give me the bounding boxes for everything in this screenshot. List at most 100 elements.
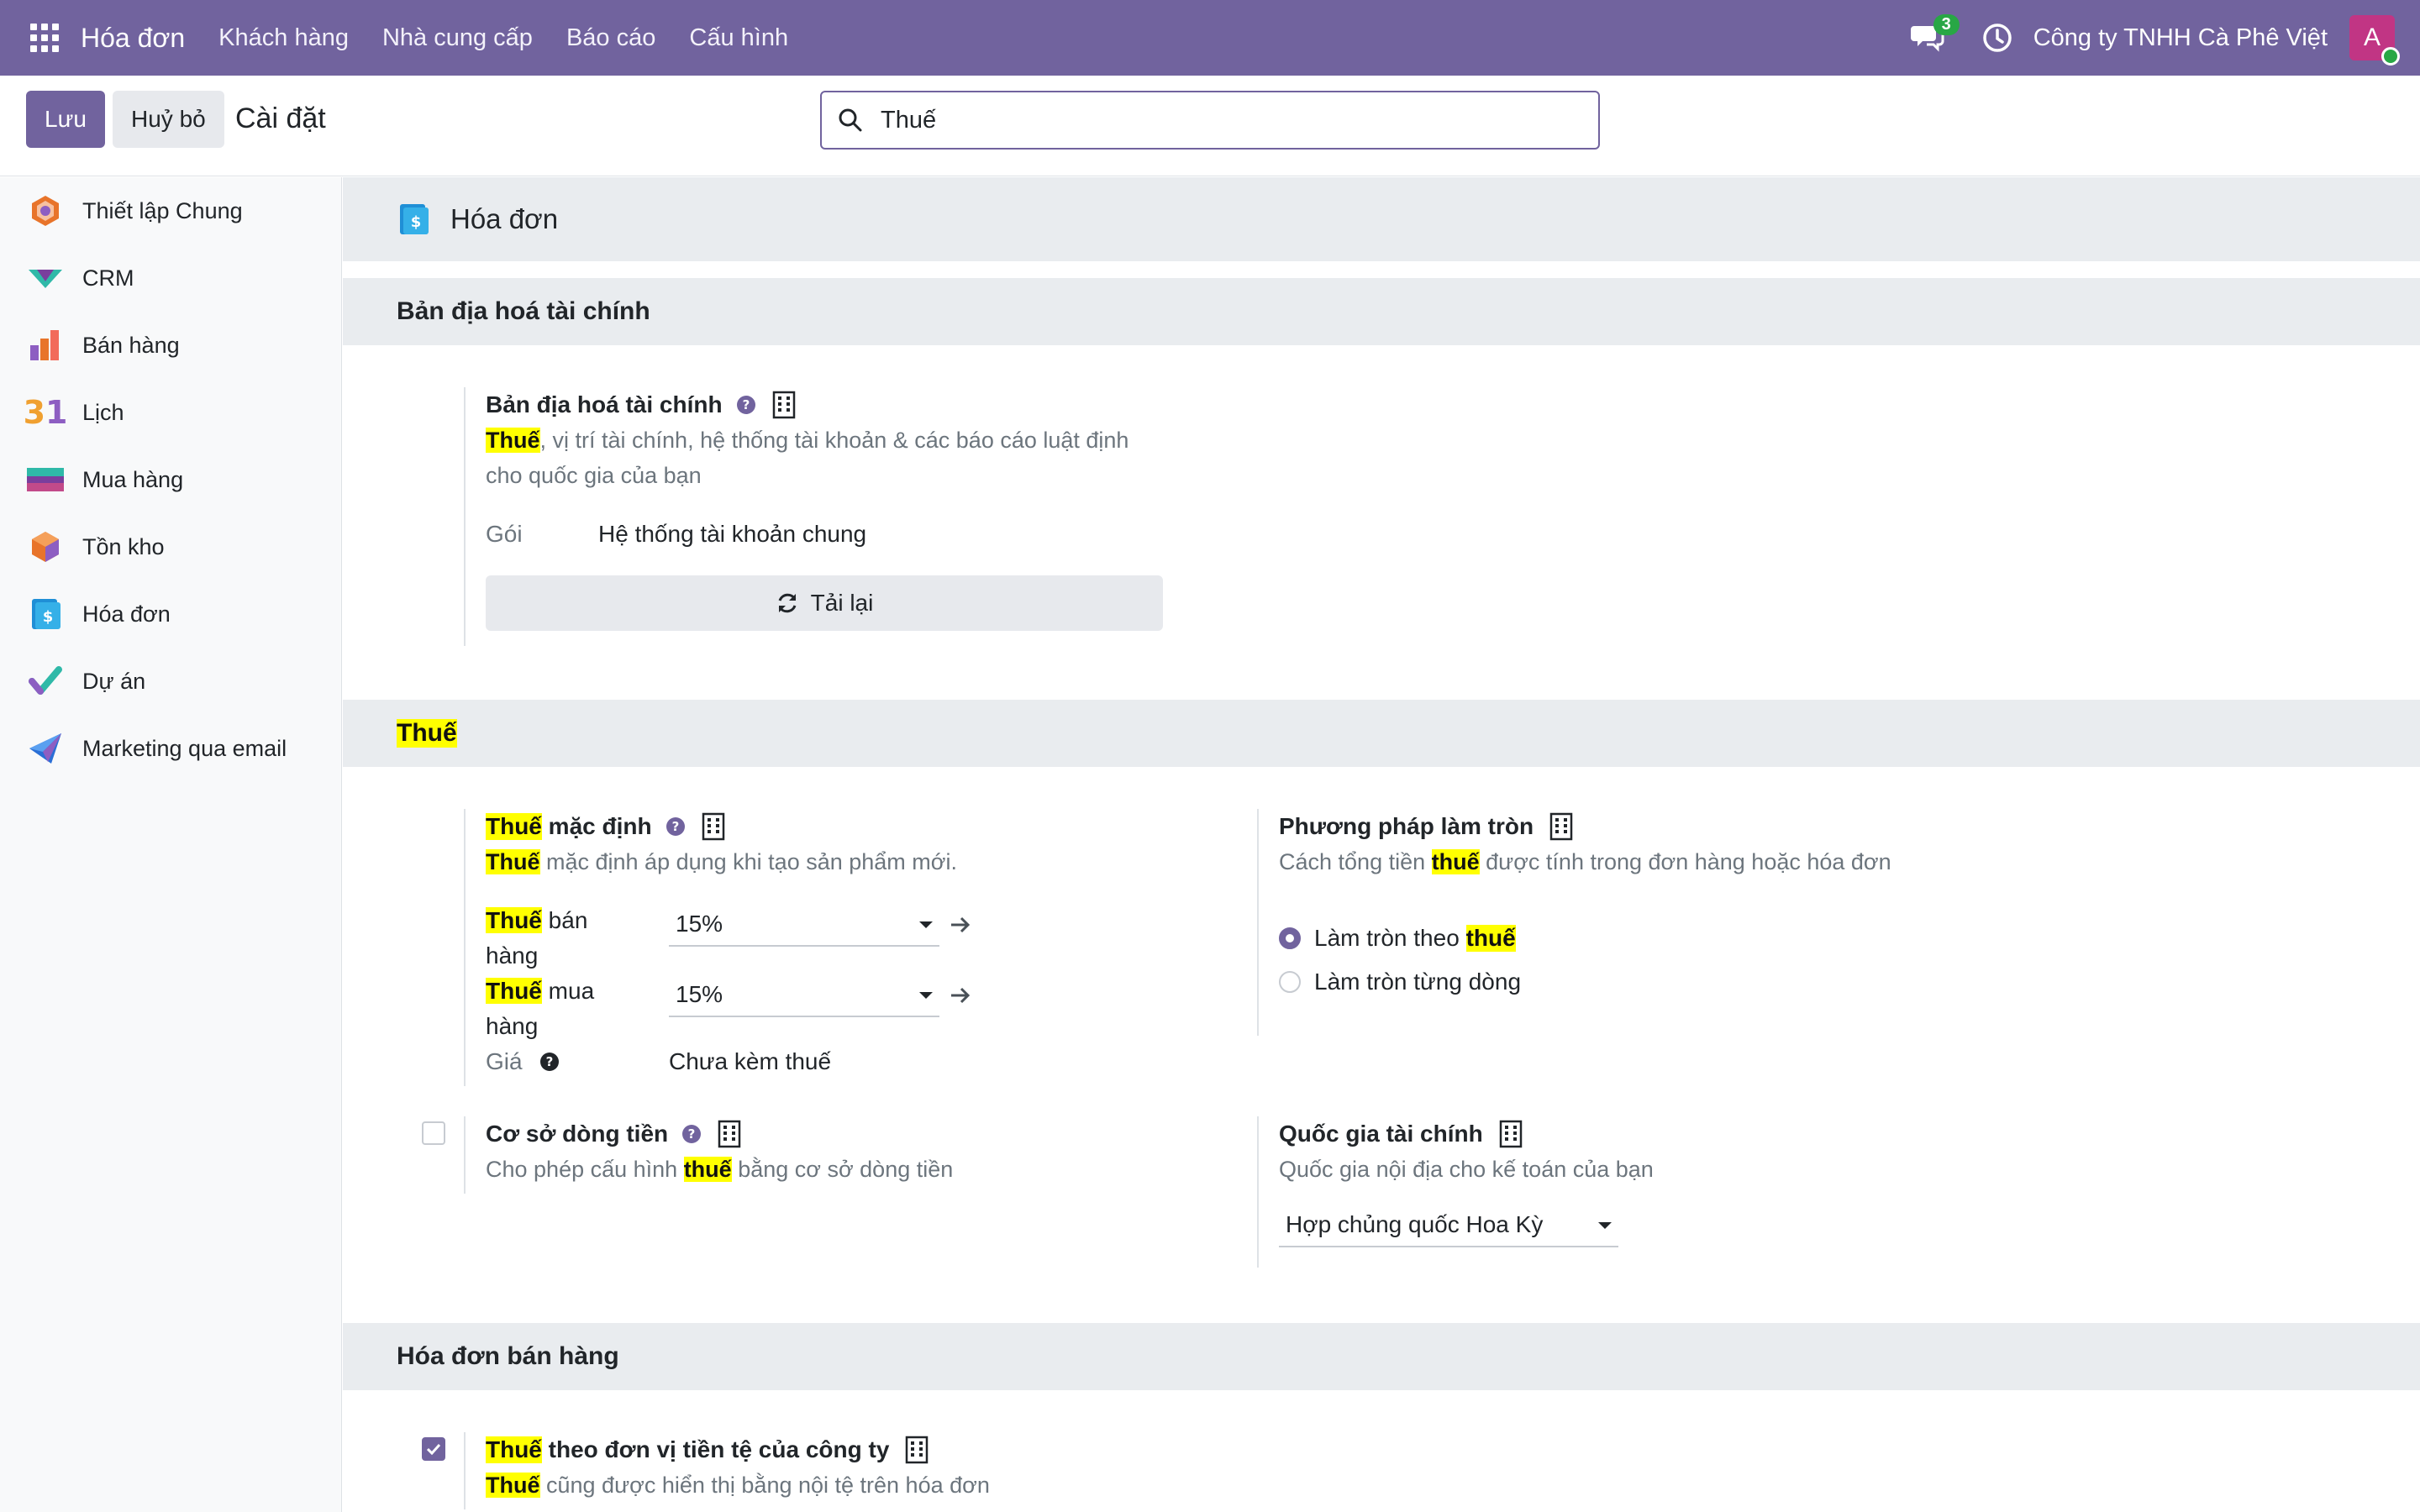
sidebar-item-label: Tồn kho (82, 533, 165, 559)
apps-menu-icon[interactable] (29, 23, 60, 53)
fiscal-localization-body: Bản địa hoá tài chính ? Thuế, vị trí tài… (343, 345, 2420, 700)
help-icon[interactable]: ? (539, 1052, 560, 1072)
save-button[interactable]: Lưu (26, 91, 105, 148)
app-header: $ Hóa đơn (343, 177, 2420, 261)
label-text: hàng (486, 942, 539, 969)
description-text: mặc định áp dụng khi tạo sản phẩm mới. (539, 849, 957, 874)
highlight: Thuế (486, 907, 542, 933)
radio-button[interactable] (1279, 971, 1301, 993)
menu-customers[interactable]: Khách hàng (218, 24, 349, 52)
general-settings-icon (27, 192, 64, 229)
menu-vendors[interactable]: Nhà cung cấp (382, 24, 533, 52)
sidebar-item-project[interactable]: Dự án (0, 648, 341, 715)
setting-description: Cách tổng tiền thuế được tính trong đơn … (1279, 844, 2013, 879)
purchase-tax-row: Thuế mua hàng 15% (486, 974, 1052, 1044)
radio-round-per-tax[interactable]: Làm tròn theo thuế (1279, 916, 2013, 960)
menu-reporting[interactable]: Báo cáo (566, 24, 655, 52)
setting-title: Cơ sở dòng tiền ? (486, 1116, 1052, 1152)
package-label: Gói (486, 521, 523, 547)
sidebar-item-email-marketing[interactable]: Marketing qua email (0, 715, 341, 782)
refresh-icon (778, 593, 797, 613)
search-box[interactable] (820, 91, 1600, 150)
taxes-body: Thuế mặc định ? Thuế mặc định áp dụng kh… (343, 767, 2420, 1323)
purchase-tax-label: Thuế mua hàng (486, 974, 669, 1044)
company-building-icon (1499, 1120, 1522, 1148)
menu-configuration[interactable]: Cấu hình (689, 24, 788, 52)
fiscal-country-select[interactable]: Hợp chủng quốc Hoa Kỳ (1279, 1204, 1618, 1247)
section-fiscal-localization: Bản địa hoá tài chính (343, 278, 2420, 345)
app-title: Hóa đơn (450, 203, 559, 234)
search-input[interactable] (881, 106, 1553, 134)
setting-description: Thuế cũng được hiển thị bằng nội tệ trên… (486, 1467, 1220, 1503)
fiscal-localization-setting: Bản địa hoá tài chính ? Thuế, vị trí tài… (464, 387, 1186, 646)
company-building-icon (1549, 812, 1573, 841)
sidebar-item-label: Thiết lập Chung (82, 197, 243, 223)
label-text: mua (541, 978, 595, 1004)
discard-button[interactable]: Huỷ bỏ (113, 91, 224, 148)
highlight: thuế (1465, 925, 1516, 952)
svg-text:?: ? (671, 819, 679, 834)
reload-button[interactable]: Tải lại (486, 575, 1163, 631)
rounding-options: Làm tròn theo thuế Làm tròn từng dòng (1279, 916, 2013, 1004)
package-row: Gói Hệ thống tài khoản chung (486, 517, 1186, 552)
setting-description: Quốc gia nội địa cho kế toán của bạn (1279, 1157, 1654, 1182)
user-avatar[interactable]: A (2349, 15, 2400, 66)
checkmark-icon (426, 1443, 441, 1455)
sales-tax-select[interactable]: 15% (669, 903, 939, 947)
sidebar-item-label: Dự án (82, 668, 146, 694)
activity-clock-icon[interactable] (1981, 22, 2013, 54)
svg-text:?: ? (742, 397, 750, 412)
highlight: Thuế (486, 849, 540, 874)
purchase-tax-select[interactable]: 15% (669, 974, 939, 1017)
fiscal-country-title: Quốc gia tài chính (1279, 1121, 1483, 1147)
radio-button[interactable] (1279, 927, 1301, 949)
tax-company-currency-checkbox[interactable] (422, 1437, 445, 1461)
sidebar-item-invoicing[interactable]: $ Hóa đơn (0, 580, 341, 648)
help-icon[interactable]: ? (736, 395, 756, 415)
description-text: Cách tổng tiền (1279, 849, 1432, 874)
description-text: cũng được hiển thị bằng nội tệ trên hóa … (539, 1473, 990, 1498)
sidebar-item-crm[interactable]: CRM (0, 244, 341, 312)
inventory-icon (27, 528, 64, 565)
chat-icon[interactable]: 3 (1910, 14, 1960, 56)
internal-link-arrow-icon[interactable] (948, 915, 973, 935)
highlight: Thuế (486, 978, 542, 1004)
section-taxes-title: Thuế (397, 719, 457, 748)
search-icon (839, 108, 862, 132)
company-building-icon (702, 812, 724, 841)
radio-round-per-line[interactable]: Làm tròn từng dòng (1279, 960, 2013, 1004)
label-text: bán (541, 907, 588, 933)
tax-company-currency-setting: Thuế theo đơn vị tiền tệ của công ty Thu… (464, 1432, 1220, 1509)
section-taxes: Thuế (343, 700, 2420, 767)
crm-icon (27, 260, 64, 297)
sidebar-item-purchase[interactable]: Mua hàng (0, 446, 341, 513)
sidebar-item-sales[interactable]: Bán hàng (0, 312, 341, 379)
description-text: , vị trí tài chính, hệ thống tài khoản &… (486, 428, 1129, 488)
sidebar-item-calendar[interactable]: 31 Lịch (0, 379, 341, 446)
label-text: hàng (486, 1013, 539, 1039)
online-status-dot (2381, 47, 2400, 66)
setting-title: Quốc gia tài chính (1279, 1116, 1845, 1152)
description-text: được tính trong đơn hàng hoặc hóa đơn (1479, 849, 1891, 874)
sidebar-item-label: Lịch (82, 399, 124, 425)
help-icon[interactable]: ? (666, 816, 686, 837)
setting-title: Thuế mặc định ? (486, 809, 1052, 844)
cash-basis-checkbox[interactable] (422, 1121, 445, 1145)
sidebar-item-inventory[interactable]: Tồn kho (0, 513, 341, 580)
internal-link-arrow-icon[interactable] (948, 985, 973, 1005)
company-switcher[interactable]: Công ty TNHH Cà Phê Việt (2033, 24, 2328, 52)
description-text: bằng cơ sở dòng tiền (731, 1157, 954, 1182)
calendar-number: 31 (23, 394, 68, 431)
price-value: Chưa kèm thuế (669, 1048, 832, 1074)
calendar-icon: 31 (24, 394, 68, 431)
sidebar-item-label: Hóa đơn (82, 601, 171, 627)
app-brand[interactable]: Hóa đơn (81, 23, 185, 54)
label-text: Giá (486, 1048, 523, 1074)
setting-description: Thuế, vị trí tài chính, hệ thống tài kho… (486, 423, 1158, 493)
settings-sidebar: Thiết lập Chung CRM Bán hàng 31 Lịch Mua… (0, 177, 342, 1512)
sidebar-item-general-settings[interactable]: Thiết lập Chung (0, 177, 341, 244)
help-icon[interactable]: ? (681, 1124, 702, 1144)
setting-title: Phương pháp làm tròn (1279, 809, 2013, 844)
reload-label: Tải lại (810, 590, 874, 616)
settings-content: $ Hóa đơn Bản địa hoá tài chính Bản địa … (343, 177, 2420, 1512)
